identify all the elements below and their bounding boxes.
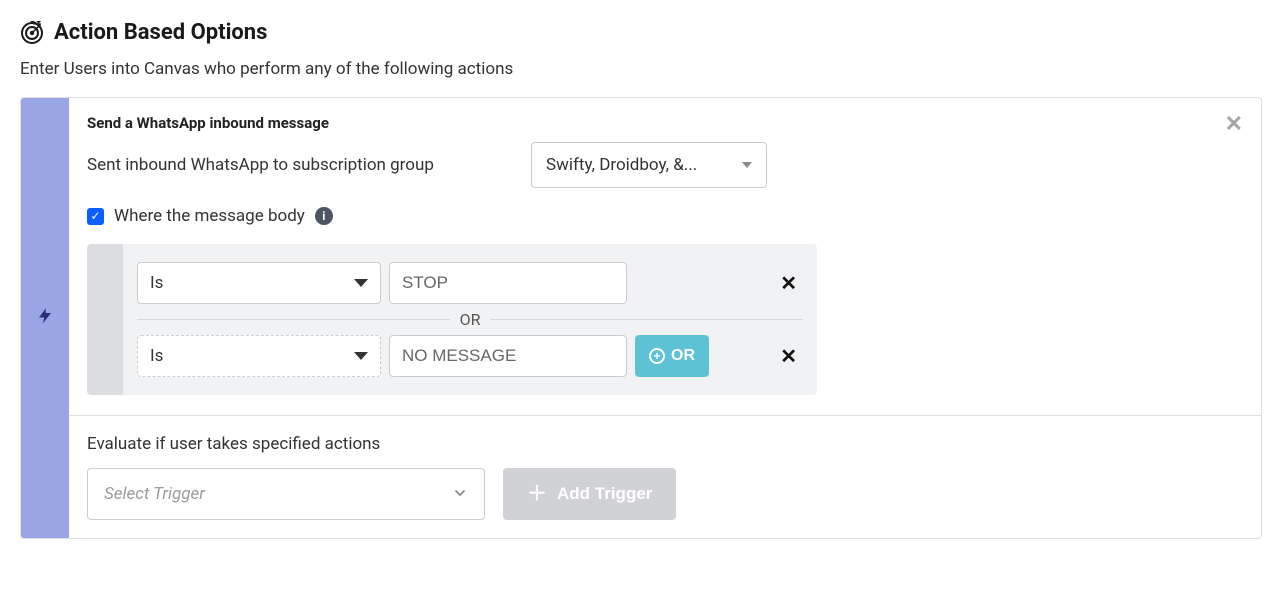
subscription-group-select[interactable]: Swifty, Droidboy, &... — [531, 142, 767, 188]
subscription-group-value: Swifty, Droidboy, &... — [546, 155, 697, 175]
rule-row: Is + OR ✕ — [137, 335, 803, 377]
info-icon[interactable]: i — [315, 207, 333, 225]
page-title: Action Based Options — [54, 20, 267, 45]
remove-rule-button[interactable]: ✕ — [774, 271, 803, 295]
chevron-down-icon — [354, 279, 368, 287]
rules-handle — [87, 244, 123, 395]
plus-icon: ＋ — [527, 484, 547, 504]
message-body-checkbox[interactable]: ✓ — [87, 208, 104, 225]
bolt-icon — [36, 303, 54, 333]
panel-sidebar — [21, 98, 69, 538]
add-trigger-button[interactable]: ＋ Add Trigger — [503, 468, 676, 520]
remove-rule-button[interactable]: ✕ — [774, 344, 803, 368]
or-divider-label: OR — [450, 310, 491, 329]
operator-value: Is — [150, 346, 163, 366]
add-trigger-label: Add Trigger — [557, 484, 652, 504]
or-button-label: OR — [671, 347, 695, 365]
operator-value: Is — [150, 273, 163, 293]
rule-value-input[interactable] — [389, 262, 627, 304]
select-trigger-placeholder: Select Trigger — [104, 484, 205, 504]
trigger-title: Send a WhatsApp inbound message — [87, 114, 1243, 132]
rules-block: Is ✕ OR Is — [87, 244, 817, 395]
chevron-down-icon — [354, 352, 368, 360]
evaluate-label: Evaluate if user takes specified actions — [87, 434, 1243, 454]
chevron-down-icon — [742, 162, 752, 168]
trigger-panel: ✕ Send a WhatsApp inbound message Sent i… — [20, 97, 1262, 539]
subscription-group-label: Sent inbound WhatsApp to subscription gr… — [87, 155, 507, 175]
target-icon — [20, 21, 44, 45]
plus-circle-icon: + — [649, 348, 665, 364]
select-trigger-dropdown[interactable]: Select Trigger — [87, 468, 485, 520]
rule-value-input[interactable] — [389, 335, 627, 377]
operator-select[interactable]: Is — [137, 262, 381, 304]
message-body-label: Where the message body — [114, 206, 305, 226]
remove-trigger-button[interactable]: ✕ — [1225, 114, 1243, 136]
rule-row: Is ✕ — [137, 262, 803, 304]
chevron-down-icon — [452, 482, 468, 506]
add-or-button[interactable]: + OR — [635, 335, 709, 377]
page-subtitle: Enter Users into Canvas who perform any … — [20, 59, 1262, 79]
operator-select[interactable]: Is — [137, 335, 381, 377]
or-divider: OR — [137, 310, 803, 329]
